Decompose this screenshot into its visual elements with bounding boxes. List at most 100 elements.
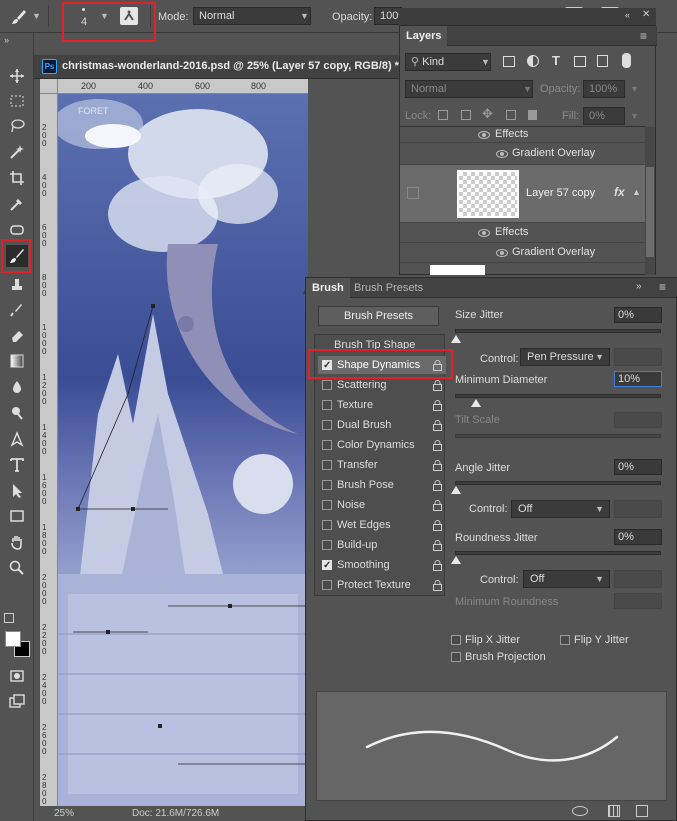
swap-colors-icon[interactable] <box>4 613 14 623</box>
layer-name[interactable]: Layer 57 copy <box>526 187 595 199</box>
eye-icon[interactable] <box>478 229 490 237</box>
fx-badge[interactable]: fx <box>614 185 625 199</box>
filter-adjustment-icon[interactable] <box>527 55 539 67</box>
control-select[interactable]: Pen Pressure ▼ <box>520 348 610 366</box>
move-tool-icon[interactable] <box>6 65 28 87</box>
chevron-down-icon[interactable]: ▼ <box>630 84 639 94</box>
layer-visibility-box[interactable] <box>407 187 419 199</box>
size-jitter-field[interactable]: 0% <box>614 307 662 323</box>
type-tool-icon[interactable] <box>6 454 28 476</box>
grid-icon[interactable] <box>608 805 620 817</box>
layer-row-selected[interactable]: Layer 57 copy fx ▲ <box>400 165 645 223</box>
lock-icon[interactable] <box>433 479 442 491</box>
quick-mask-icon[interactable] <box>6 665 28 687</box>
control-select[interactable]: Off ▼ <box>523 570 610 588</box>
option-color-dynamics[interactable]: Color Dynamics <box>318 436 446 454</box>
eyedropper-tool-icon[interactable] <box>6 193 28 215</box>
document-tab[interactable]: Ps christmas-wonderland-2016.psd @ 25% (… <box>34 55 399 79</box>
healing-tool-icon[interactable] <box>6 219 28 241</box>
fill-field[interactable]: 0% <box>583 107 625 125</box>
crop-tool-icon[interactable] <box>6 167 28 189</box>
filter-toggle-icon[interactable] <box>622 53 631 68</box>
checkbox[interactable] <box>322 540 332 550</box>
blur-tool-icon[interactable] <box>6 376 28 398</box>
gradient-tool-icon[interactable] <box>6 350 28 372</box>
mode-select[interactable]: Normal <box>193 7 311 25</box>
min-diameter-field[interactable]: 10% <box>614 371 662 387</box>
option-smoothing[interactable]: Smoothing <box>318 556 446 575</box>
flip-x-checkbox[interactable] <box>451 635 461 645</box>
history-brush-tool-icon[interactable] <box>6 299 28 321</box>
quick-select-tool-icon[interactable] <box>6 141 28 163</box>
lock-icon[interactable] <box>433 559 442 571</box>
collapse-arrows-icon[interactable]: » <box>636 281 642 292</box>
scroll-thumb[interactable] <box>646 167 654 257</box>
lock-icon[interactable] <box>433 439 442 451</box>
chevron-down-icon[interactable]: ▼ <box>300 11 309 21</box>
option-brush-pose[interactable]: Brush Pose <box>318 476 446 494</box>
option-dual-brush[interactable]: Dual Brush <box>318 416 446 434</box>
tab-brush-presets[interactable]: Brush Presets <box>348 278 429 298</box>
checkbox[interactable] <box>322 520 332 530</box>
pen-tool-icon[interactable] <box>6 428 28 450</box>
angle-jitter-slider[interactable] <box>455 481 661 485</box>
stamp-tool-icon[interactable] <box>6 273 28 295</box>
size-jitter-slider[interactable] <box>455 329 661 333</box>
brush-tool-preset-icon[interactable] <box>10 8 28 26</box>
option-wet-edges[interactable]: Wet Edges <box>318 516 446 534</box>
path-select-tool-icon[interactable] <box>6 480 28 502</box>
lock-icon[interactable] <box>433 579 442 591</box>
checkbox[interactable] <box>322 400 332 410</box>
checkbox[interactable] <box>322 557 332 575</box>
hand-tool-icon[interactable] <box>6 531 28 553</box>
slider-knob[interactable] <box>451 486 461 494</box>
chevron-down-icon[interactable]: ▼ <box>32 11 41 21</box>
option-noise[interactable]: Noise <box>318 496 446 514</box>
roundness-jitter-field[interactable]: 0% <box>614 529 662 545</box>
lock-artboard-icon[interactable] <box>506 110 516 120</box>
angle-jitter-field[interactable]: 0% <box>614 459 662 475</box>
min-diameter-slider[interactable] <box>455 394 661 398</box>
eye-icon[interactable] <box>496 150 508 158</box>
option-protect-texture[interactable]: Protect Texture <box>318 576 446 594</box>
panel-menu-icon[interactable]: ≡ <box>659 280 666 294</box>
lock-pixels-icon[interactable] <box>461 110 471 120</box>
zoom-level[interactable]: 25% <box>54 808 74 819</box>
opacity-field[interactable]: 100% <box>374 7 402 25</box>
lock-icon[interactable] <box>433 519 442 531</box>
flip-y-checkbox[interactable] <box>560 635 570 645</box>
rectangle-tool-icon[interactable] <box>6 505 28 527</box>
marquee-tool-icon[interactable] <box>6 90 28 112</box>
toggle-live-tip-icon[interactable] <box>572 806 588 816</box>
option-scattering[interactable]: Scattering <box>318 376 446 394</box>
new-brush-icon[interactable] <box>636 805 648 817</box>
close-icon[interactable]: ✕ <box>642 9 650 20</box>
panel-menu-icon[interactable]: ≡ <box>640 29 647 43</box>
layer-gradient-overlay-row[interactable]: Gradient Overlay <box>400 143 645 165</box>
filter-pixel-icon[interactable] <box>503 56 515 67</box>
collapse-arrows-icon[interactable]: « <box>625 10 630 20</box>
checkbox[interactable] <box>322 500 332 510</box>
collapse-arrows-icon[interactable]: » <box>4 35 9 45</box>
slider-knob[interactable] <box>451 335 461 343</box>
layers-scrollbar[interactable] <box>645 127 655 275</box>
lock-icon[interactable] <box>433 459 442 471</box>
lock-transparent-icon[interactable] <box>438 110 448 120</box>
eye-icon[interactable] <box>496 249 508 257</box>
slider-knob[interactable] <box>451 556 461 564</box>
brush-presets-button[interactable]: Brush Presets <box>318 306 439 326</box>
lasso-tool-icon[interactable] <box>6 115 28 137</box>
layer-effects-row[interactable]: Effects <box>400 127 645 143</box>
filter-kind-select[interactable]: ⚲ Kind <box>405 53 491 71</box>
document-canvas[interactable]: FORET <box>58 94 308 806</box>
chevron-up-icon[interactable]: ▲ <box>632 187 641 197</box>
chevron-down-icon[interactable]: ▼ <box>481 57 490 67</box>
brush-projection-checkbox[interactable] <box>451 652 461 662</box>
layer-gradient-overlay-row[interactable]: Gradient Overlay <box>400 243 645 263</box>
dodge-tool-icon[interactable] <box>6 402 28 424</box>
blend-mode-select[interactable]: Normal <box>405 80 533 98</box>
filter-type-icon[interactable]: T <box>552 53 560 68</box>
lock-icon[interactable] <box>433 539 442 551</box>
roundness-jitter-slider[interactable] <box>455 551 661 555</box>
chevron-down-icon[interactable]: ▼ <box>630 111 639 121</box>
